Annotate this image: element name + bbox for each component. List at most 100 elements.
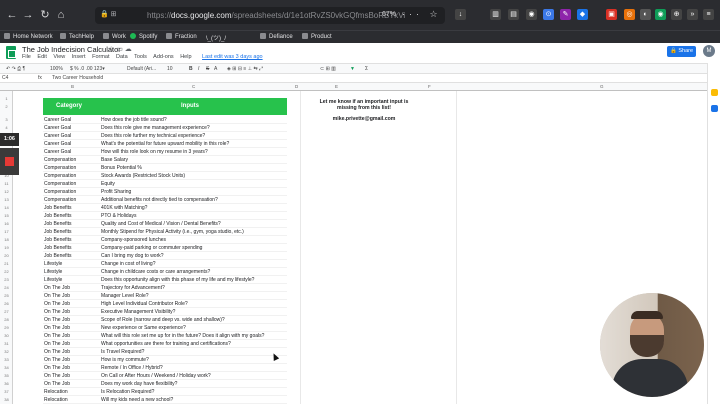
column-header[interactable]: E xyxy=(335,84,338,89)
column-header[interactable]: C xyxy=(192,84,195,89)
row-number[interactable]: 32 xyxy=(0,349,13,354)
column-header[interactable]: G xyxy=(600,84,604,89)
menu-tools[interactable]: Tools xyxy=(134,54,147,60)
bookmark-home-network[interactable]: Home Network xyxy=(4,33,53,40)
bookmark-defiance[interactable]: Defiance xyxy=(260,33,293,40)
library-icon[interactable]: ▥ xyxy=(490,9,501,20)
bookmark-star-icon[interactable]: ··· ☆ xyxy=(402,9,442,20)
formula-input[interactable]: Two Career Household xyxy=(52,75,103,81)
keep-icon[interactable] xyxy=(711,89,718,96)
category-cell[interactable]: On The Job xyxy=(44,356,100,363)
input-cell[interactable]: Manager Level Role? xyxy=(101,292,287,299)
stop-recording-button[interactable] xyxy=(0,148,19,175)
table-row[interactable]: On The Job Executive Management Visibilit… xyxy=(43,308,287,316)
font-size-select[interactable]: 10 xyxy=(167,66,173,72)
input-cell[interactable]: Does this role give me management experi… xyxy=(101,124,287,131)
extension-icon[interactable]: ✎ xyxy=(560,9,571,20)
category-cell[interactable]: Job Benefits xyxy=(44,252,100,259)
table-row[interactable]: Job Benefits Company-sponsored lunches xyxy=(43,236,287,244)
input-cell[interactable]: Bonus Potential % xyxy=(101,164,287,171)
row-number[interactable]: 35 xyxy=(0,373,13,378)
row-number[interactable]: 25 xyxy=(0,293,13,298)
menu-addons[interactable]: Add-ons xyxy=(153,54,174,60)
table-row[interactable]: Compensation Bonus Potential % xyxy=(43,164,287,172)
category-cell[interactable]: Relocation xyxy=(44,388,100,395)
column-header[interactable]: B xyxy=(71,84,74,89)
table-row[interactable]: Job Benefits Monthly Stipend for Physical… xyxy=(43,228,287,236)
row-number[interactable]: 4 xyxy=(0,125,13,130)
table-row[interactable]: On The Job What opportunities are there f… xyxy=(43,340,287,348)
table-row[interactable]: Career Goal Does this role give me manage… xyxy=(43,124,287,132)
forward-icon[interactable]: → xyxy=(22,9,34,21)
category-cell[interactable]: Career Goal xyxy=(44,140,100,147)
category-cell[interactable]: Lifestyle xyxy=(44,276,100,283)
download-icon[interactable]: ↓ xyxy=(455,9,466,20)
table-row[interactable]: Compensation Additional benefits not dire… xyxy=(43,196,287,204)
menu-icon[interactable]: ≡ xyxy=(703,9,714,20)
row-number[interactable]: 36 xyxy=(0,381,13,386)
input-cell[interactable]: Additional benefits not directly tied to… xyxy=(101,196,287,203)
menu-help[interactable]: Help xyxy=(180,54,191,60)
category-cell[interactable]: On The Job xyxy=(44,324,100,331)
bookmark-shrug[interactable]: \_(ツ)_/ xyxy=(206,33,226,42)
extension-icon[interactable]: ◉ xyxy=(655,9,666,20)
input-cell[interactable]: New experience or Same experience? xyxy=(101,324,287,331)
input-cell[interactable]: Is Relocation Required? xyxy=(101,388,287,395)
input-cell[interactable]: Remote / In Office / Hybrid? xyxy=(101,364,287,371)
overflow-icon[interactable]: » xyxy=(687,9,698,20)
row-number[interactable]: 31 xyxy=(0,341,13,346)
category-cell[interactable]: On The Job xyxy=(44,348,100,355)
table-row[interactable]: On The Job On Call or After Hours / Weeke… xyxy=(43,372,287,380)
row-number[interactable]: 37 xyxy=(0,389,13,394)
input-cell[interactable]: Does my work day have flexibility? xyxy=(101,380,287,387)
table-row[interactable]: Career Goal Does this role further my tec… xyxy=(43,132,287,140)
font-select[interactable]: Default (Ari... xyxy=(127,66,156,72)
input-cell[interactable]: Company-sponsored lunches xyxy=(101,236,287,243)
text-color-icon[interactable]: A xyxy=(214,66,217,72)
functions-icon[interactable]: Σ xyxy=(365,66,368,72)
table-row[interactable]: On The Job High Level Individual Contribu… xyxy=(43,300,287,308)
zoom-level[interactable]: 67% xyxy=(382,11,396,18)
category-cell[interactable]: Job Benefits xyxy=(44,204,100,211)
input-cell[interactable]: Change in childcare costs or care arrang… xyxy=(101,268,287,275)
column-header[interactable]: F xyxy=(428,84,431,89)
category-cell[interactable]: On The Job xyxy=(44,364,100,371)
extension-icon[interactable]: ◐ xyxy=(640,9,651,20)
input-cell[interactable]: Company-paid parking or commuter spendin… xyxy=(101,244,287,251)
share-button[interactable]: 🔒 Share xyxy=(667,46,696,57)
table-row[interactable]: Relocation Is Relocation Required? xyxy=(43,388,287,396)
table-row[interactable]: Job Benefits Company-paid parking or comm… xyxy=(43,244,287,252)
category-cell[interactable]: On The Job xyxy=(44,372,100,379)
category-cell[interactable]: Compensation xyxy=(44,172,100,179)
input-cell[interactable]: Trajectory for Advancement? xyxy=(101,284,287,291)
extension-icon[interactable]: ◆ xyxy=(577,9,588,20)
menu-format[interactable]: Format xyxy=(92,54,109,60)
table-row[interactable]: Job Benefits Quality and Cost of Medical … xyxy=(43,220,287,228)
row-number[interactable]: 33 xyxy=(0,357,13,362)
bookmark-spotify[interactable]: Spotify xyxy=(130,33,157,40)
filter-icon[interactable]: ▼ xyxy=(350,66,355,72)
table-row[interactable]: Job Benefits 401K with Matching? xyxy=(43,204,287,212)
table-row[interactable]: Compensation Profit Sharing xyxy=(43,188,287,196)
fill-color-icon[interactable]: ◈ ⊞ ⊟ ≡ ⊥ ⇆ ⤢ xyxy=(227,66,263,72)
row-number[interactable]: 23 xyxy=(0,277,13,282)
row-number[interactable]: 27 xyxy=(0,309,13,314)
input-cell[interactable]: High Level Individual Contributor Role? xyxy=(101,300,287,307)
extension-icon[interactable]: ◎ xyxy=(624,9,635,20)
table-row[interactable]: On The Job Manager Level Role? xyxy=(43,292,287,300)
menu-view[interactable]: View xyxy=(53,54,65,60)
table-row[interactable]: On The Job What will this role set me up … xyxy=(43,332,287,340)
table-row[interactable]: Lifestyle Does this opportunity align wit… xyxy=(43,276,287,284)
row-number[interactable]: 16 xyxy=(0,221,13,226)
category-cell[interactable]: On The Job xyxy=(44,380,100,387)
cell-reference[interactable]: C4 xyxy=(2,75,8,81)
input-cell[interactable]: What opportunities are there for trainin… xyxy=(101,340,287,347)
row-number[interactable]: 3 xyxy=(0,117,13,122)
input-cell[interactable]: Will my kids need a new school? xyxy=(101,396,287,403)
input-cell[interactable]: Scope of Role (narrow and deep vs. wide … xyxy=(101,316,287,323)
row-number[interactable]: 21 xyxy=(0,261,13,266)
back-icon[interactable]: ← xyxy=(6,9,18,21)
row-number[interactable]: 19 xyxy=(0,245,13,250)
input-cell[interactable]: Profit Sharing xyxy=(101,188,287,195)
row-number[interactable]: 26 xyxy=(0,301,13,306)
